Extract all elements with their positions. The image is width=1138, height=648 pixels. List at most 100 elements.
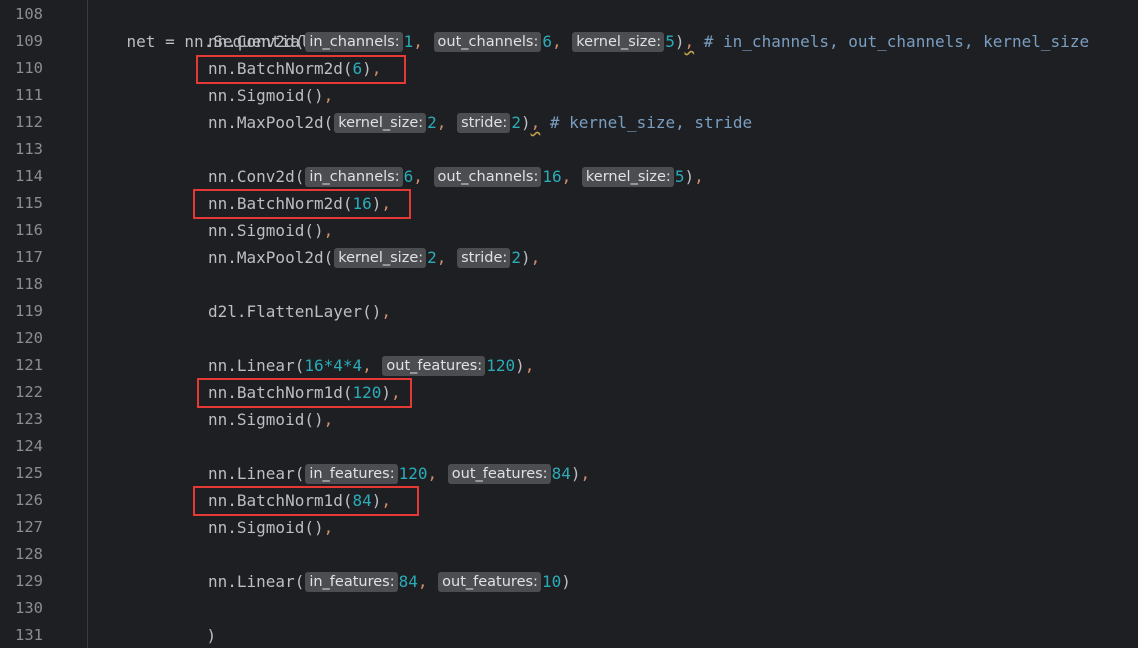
number-literal: 10 bbox=[541, 572, 562, 591]
indent-guide bbox=[87, 0, 88, 648]
number-literal: 84 bbox=[398, 572, 418, 591]
parameter-hint: kernel_size: bbox=[334, 113, 427, 133]
parameter-hint: in_channels: bbox=[305, 32, 403, 52]
line-number: 129 bbox=[15, 572, 43, 590]
line-number: 127 bbox=[15, 518, 43, 536]
comma-with-warning: , bbox=[530, 113, 541, 132]
line-number: 131 bbox=[15, 626, 43, 644]
comma-with-warning: , bbox=[684, 32, 695, 51]
code-line[interactable]: ) bbox=[168, 595, 217, 645]
function-call: nn.Sigmoid() bbox=[208, 410, 324, 429]
number-literal: 120 bbox=[352, 383, 382, 402]
comma: , bbox=[381, 302, 392, 321]
code-line[interactable]: nn.Conv2d(in_channels: 6, out_channels: 16… bbox=[208, 163, 704, 190]
code-line[interactable]: nn.Conv2d(in_channels: 1, out_channels: 6,… bbox=[208, 28, 1089, 55]
code-line[interactable]: nn.BatchNorm2d(16), bbox=[208, 190, 391, 217]
function-call: d2l.FlattenLayer() bbox=[208, 302, 382, 321]
comma: , bbox=[323, 518, 334, 537]
parameter-hint: stride: bbox=[457, 113, 511, 133]
comma: , bbox=[436, 113, 447, 132]
number-literal: 6 bbox=[352, 59, 363, 78]
comma: , bbox=[436, 248, 447, 267]
comma: , bbox=[371, 59, 382, 78]
code-line[interactable]: nn.Sigmoid(), bbox=[208, 406, 333, 433]
function-call: nn.Conv2d( bbox=[208, 32, 305, 51]
comma: , bbox=[413, 32, 423, 51]
code-line[interactable]: nn.Linear(in_features: 120, out_features:… bbox=[208, 460, 590, 487]
line-number: 119 bbox=[15, 302, 43, 320]
function-call: nn.Sigmoid() bbox=[208, 518, 324, 537]
close-paren: ) bbox=[371, 194, 382, 213]
function-call: nn.Conv2d( bbox=[208, 167, 305, 186]
close-paren: ) bbox=[520, 248, 531, 267]
comma: , bbox=[580, 464, 591, 483]
number-literal: 1 bbox=[403, 32, 414, 51]
line-number: 113 bbox=[15, 140, 43, 158]
function-call: nn.Linear( bbox=[208, 572, 305, 591]
line-number: 128 bbox=[15, 545, 43, 563]
code-line[interactable]: nn.BatchNorm2d(6), bbox=[208, 55, 381, 82]
comma: , bbox=[561, 167, 572, 186]
code-editor[interactable]: 108 109 110 111 112 113 114 115 116 117 … bbox=[0, 0, 1138, 648]
line-number: 114 bbox=[15, 167, 43, 185]
code-line[interactable]: nn.MaxPool2d(kernel_size: 2, stride: 2), bbox=[208, 244, 540, 271]
code-comment: # in_channels, out_channels, kernel_size bbox=[703, 32, 1090, 51]
number-literal: 2 bbox=[427, 248, 437, 267]
number-literal: 84 bbox=[352, 491, 372, 510]
parameter-hint: out_channels: bbox=[433, 32, 542, 52]
code-line[interactable]: nn.BatchNorm1d(120), bbox=[208, 379, 401, 406]
number-literal: 16 bbox=[352, 194, 372, 213]
line-number: 109 bbox=[15, 32, 43, 50]
comma: , bbox=[552, 32, 562, 51]
comma: , bbox=[381, 194, 392, 213]
line-number: 116 bbox=[15, 221, 43, 239]
comma: , bbox=[530, 248, 541, 267]
code-line[interactable]: nn.Linear(in_features: 84, out_features: 1… bbox=[208, 568, 571, 595]
line-number: 125 bbox=[15, 464, 43, 482]
close-paren: ) bbox=[520, 113, 531, 132]
close-paren: ) bbox=[515, 356, 525, 375]
code-line[interactable]: nn.BatchNorm1d(84), bbox=[208, 487, 391, 514]
code-line[interactable]: nn.Linear(16*4*4, out_features: 120), bbox=[208, 352, 534, 379]
code-line[interactable]: nn.MaxPool2d(kernel_size: 2, stride: 2), #… bbox=[208, 109, 752, 136]
line-number: 120 bbox=[15, 329, 43, 347]
code-line[interactable]: nn.Sigmoid(), bbox=[208, 82, 333, 109]
line-number: 126 bbox=[15, 491, 43, 509]
line-number: 123 bbox=[15, 410, 43, 428]
code-line[interactable]: net = nn.Sequential( bbox=[88, 1, 320, 51]
line-number: 124 bbox=[15, 437, 43, 455]
code-line[interactable]: d2l.FlattenLayer(), bbox=[208, 298, 391, 325]
line-number: 111 bbox=[15, 86, 43, 104]
number-literal: 5 bbox=[665, 32, 675, 51]
parameter-hint: kernel_size: bbox=[581, 167, 674, 187]
parameter-hint: out_features: bbox=[438, 572, 541, 592]
line-number: 110 bbox=[15, 59, 43, 77]
function-call: nn.MaxPool2d( bbox=[208, 248, 334, 267]
code-comment: # kernel_size, stride bbox=[549, 113, 753, 132]
parameter-hint: in_channels: bbox=[305, 167, 403, 187]
line-number: 118 bbox=[15, 275, 43, 293]
line-number: 121 bbox=[15, 356, 43, 374]
comma: , bbox=[323, 410, 334, 429]
number-literal: 16 bbox=[542, 167, 562, 186]
number-literal: 84 bbox=[551, 464, 571, 483]
function-call: nn.BatchNorm2d( bbox=[208, 59, 353, 78]
parameter-hint: in_features: bbox=[305, 572, 398, 592]
number-literal: 120 bbox=[486, 356, 516, 375]
function-call: nn.BatchNorm2d( bbox=[208, 194, 353, 213]
code-line[interactable]: nn.Sigmoid(), bbox=[208, 217, 333, 244]
function-call: nn.Linear( bbox=[208, 356, 305, 375]
line-number: 117 bbox=[15, 248, 43, 266]
parameter-hint: stride: bbox=[457, 248, 511, 268]
line-number: 108 bbox=[15, 5, 43, 23]
function-call: nn.Sigmoid() bbox=[208, 86, 324, 105]
code-line[interactable]: nn.Sigmoid(), bbox=[208, 514, 333, 541]
parameter-hint: in_features: bbox=[305, 464, 398, 484]
comma: , bbox=[323, 86, 334, 105]
comma: , bbox=[694, 167, 704, 186]
comma: , bbox=[524, 356, 535, 375]
number-expression: 16*4*4 bbox=[304, 356, 363, 375]
parameter-hint: out_features: bbox=[447, 464, 551, 484]
line-number: 112 bbox=[15, 113, 43, 131]
function-call: nn.BatchNorm1d( bbox=[208, 491, 353, 510]
